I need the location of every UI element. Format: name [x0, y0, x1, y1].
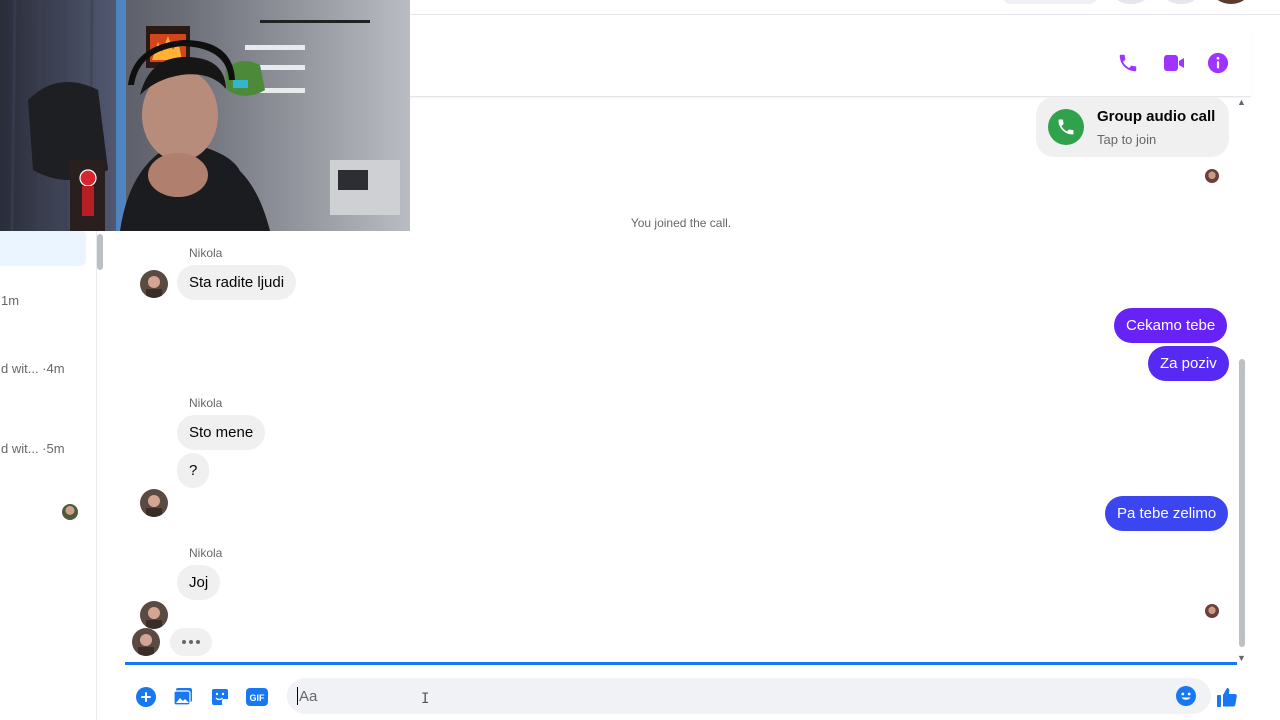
message-input[interactable] [287, 678, 1171, 714]
webcam-overlay [0, 0, 410, 231]
conversation-meta[interactable]: d wit... ·5m [1, 441, 65, 456]
read-receipt-avatar [1205, 604, 1219, 618]
message-bubble[interactable]: ? [177, 453, 210, 488]
selected-conversation[interactable] [0, 230, 86, 266]
outgoing-message-bubble[interactable]: Za poziv [1148, 346, 1229, 381]
thumbs-up-icon[interactable] [1216, 686, 1238, 708]
chat-scrollbar[interactable]: ▲ ▼ [1236, 97, 1248, 665]
video-camera-icon[interactable] [1161, 50, 1187, 76]
outgoing-message-bubble[interactable]: Pa tebe zelimo [1105, 496, 1229, 531]
sticker-icon[interactable] [209, 686, 231, 708]
call-card-title: Group audio call [1097, 108, 1216, 125]
phone-icon[interactable] [1115, 50, 1141, 76]
sender-name: Nikola [189, 396, 223, 410]
conversation-meta[interactable]: d wit... ·4m [1, 361, 65, 376]
photo-icon[interactable] [172, 686, 194, 708]
typing-avatar [132, 628, 160, 656]
nikola-avatar[interactable] [140, 270, 168, 298]
sidebar-scrollbar[interactable] [97, 234, 103, 270]
message-composer: GIF I [125, 678, 1251, 720]
sender-name: Nikola [189, 246, 223, 260]
plus-circle-icon[interactable] [135, 686, 157, 708]
search-pill[interactable] [1002, 0, 1098, 4]
group-audio-call-card[interactable]: Group audio call Tap to join [1036, 97, 1229, 157]
message-bubble[interactable]: Sta radite ljudi [177, 265, 297, 300]
nikola-avatar[interactable] [140, 489, 168, 517]
seen-avatar [62, 504, 78, 520]
menu-button[interactable] [1114, 0, 1148, 4]
call-card-subtitle: Tap to join [1097, 132, 1157, 147]
scroll-down-arrow[interactable]: ▼ [1237, 653, 1246, 663]
composer-focus-line [125, 662, 1237, 665]
gif-icon[interactable]: GIF [246, 686, 268, 708]
scroll-up-arrow[interactable]: ▲ [1237, 97, 1246, 107]
message-bubble[interactable]: Sto mene [177, 415, 266, 450]
outgoing-message-bubble[interactable]: Cekamo tebe [1114, 308, 1228, 343]
typing-indicator [170, 628, 212, 656]
text-cursor: I [421, 691, 430, 707]
emoji-icon[interactable] [1175, 685, 1197, 707]
conversation-meta[interactable]: 1m [1, 293, 19, 308]
message-bubble[interactable]: Joj [177, 565, 221, 600]
read-receipt-avatar [1205, 169, 1219, 183]
scrollbar-thumb[interactable] [1239, 359, 1245, 647]
account-avatar[interactable] [1214, 0, 1248, 4]
text-caret [297, 687, 298, 705]
nikola-avatar[interactable] [140, 601, 168, 629]
gif-label: GIF [250, 693, 266, 703]
info-icon[interactable] [1205, 50, 1231, 76]
sender-name: Nikola [189, 546, 223, 560]
phone-icon [1048, 109, 1084, 145]
notifications-button[interactable] [1164, 0, 1198, 4]
